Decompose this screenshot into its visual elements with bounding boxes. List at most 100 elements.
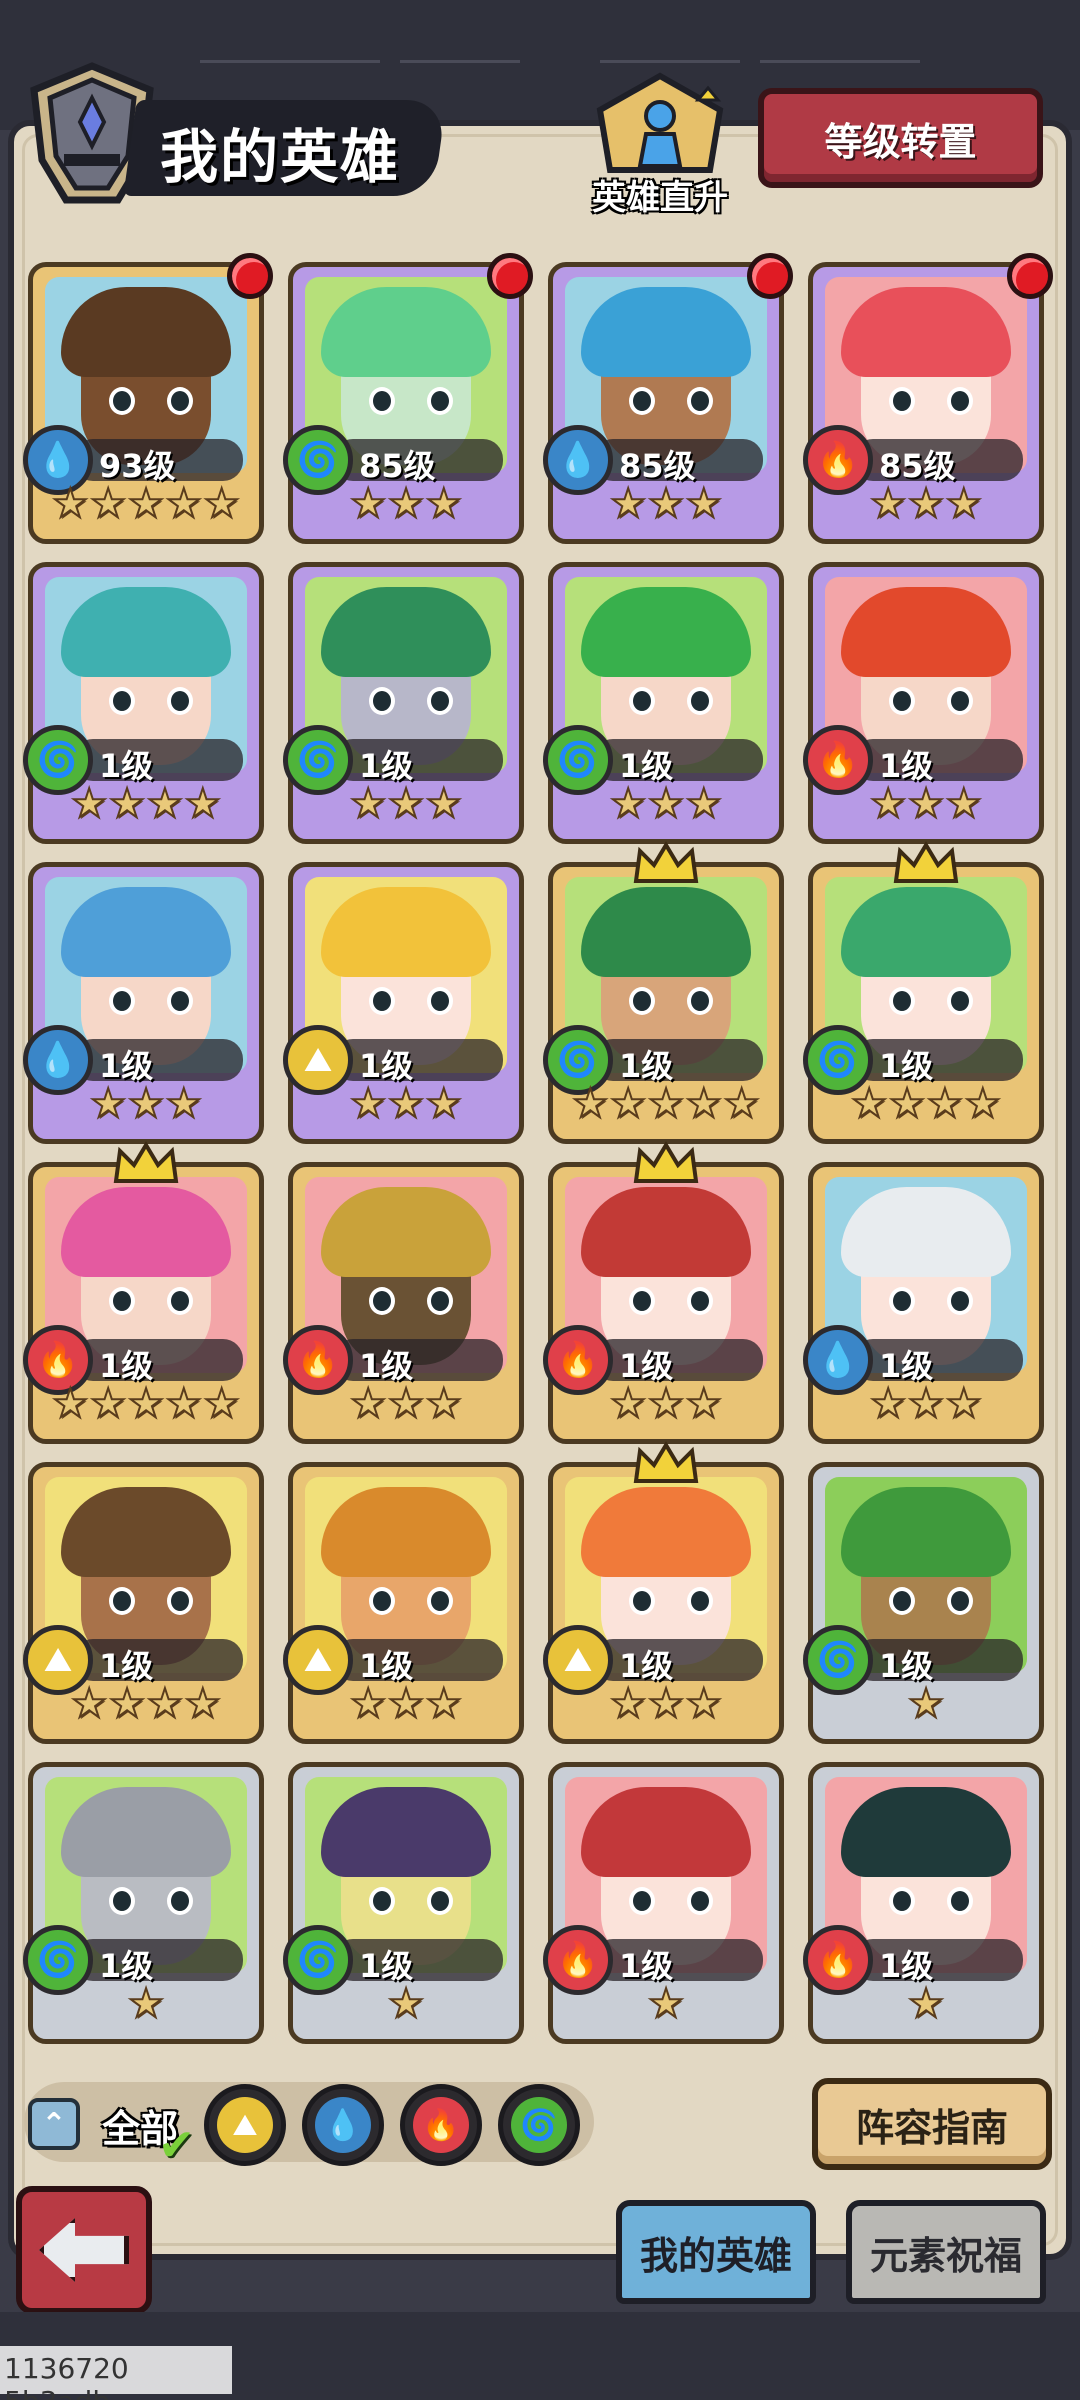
hero-card[interactable]: 1级 🌀 ★ — [803, 1462, 1044, 1744]
star-icon: ★ — [387, 480, 425, 528]
filter-earth[interactable]: ⛰ — [204, 2084, 286, 2166]
star-icon: ★ — [647, 780, 685, 828]
hero-card[interactable]: 85级 🌀 ★ ★ ★ — [283, 253, 533, 544]
star-rating: ★ ★ ★ ★ ★ — [553, 1080, 779, 1128]
tab-my-heroes[interactable]: 我的英雄 — [616, 2200, 816, 2304]
star-icon: ★ — [964, 1080, 1002, 1128]
hero-card[interactable]: 85级 💧 ★ ★ ★ — [543, 253, 793, 544]
star-icon: ★ — [146, 1680, 184, 1728]
star-icon: ★ — [609, 480, 647, 528]
star-icon: ★ — [387, 1080, 425, 1128]
wind-element-icon: 🌀 — [511, 2097, 567, 2153]
hero-card[interactable]: 1级 🌀 ★ ★ ★ ★ ★ — [543, 841, 784, 1144]
hero-card[interactable]: 1级 🌀 ★ ★ ★ — [543, 562, 784, 844]
tab-element-blessing[interactable]: 元素祝福 — [846, 2200, 1046, 2304]
star-icon: ★ — [203, 1380, 241, 1428]
hero-card[interactable]: 1级 ⛰ ★ ★ ★ ★ — [23, 1462, 264, 1744]
filter-water[interactable]: 💧 — [302, 2084, 384, 2166]
hero-card[interactable]: 1级 🔥 ★ ★ ★ — [803, 562, 1044, 844]
star-icon: ★ — [907, 1680, 945, 1728]
hero-card[interactable]: 1级 🔥 ★ — [803, 1762, 1044, 2044]
star-icon: ★ — [70, 780, 108, 828]
star-icon: ★ — [127, 480, 165, 528]
star-icon: ★ — [647, 480, 685, 528]
star-icon: ★ — [647, 1680, 685, 1728]
expand-filter-button[interactable]: ⌃ — [28, 2098, 80, 2150]
star-icon: ★ — [127, 1380, 165, 1428]
star-icon: ★ — [89, 1380, 127, 1428]
star-icon: ★ — [165, 1380, 203, 1428]
hero-card[interactable]: 1级 🔥 ★ ★ ★ ★ ★ — [23, 1141, 264, 1444]
filter-wind[interactable]: 🌀 — [498, 2084, 580, 2166]
watermark-text: 1136720 5b3adb — [0, 2346, 232, 2400]
star-icon: ★ — [387, 1980, 425, 2028]
fire-element-icon: 🔥 — [413, 2097, 469, 2153]
hero-card[interactable]: 1级 🌀 ★ — [283, 1762, 524, 2044]
star-icon: ★ — [869, 480, 907, 528]
hero-promote-button[interactable]: 英雄直升 — [580, 70, 740, 220]
hero-card[interactable]: 93级 💧 ★ ★ ★ ★ ★ — [23, 253, 273, 544]
lineup-guide-button[interactable]: 阵容指南 — [812, 2078, 1052, 2170]
star-icon: ★ — [869, 1380, 907, 1428]
hero-card[interactable]: 1级 ⛰ ★ ★ ★ — [283, 862, 524, 1144]
star-icon: ★ — [907, 1380, 945, 1428]
star-icon: ★ — [425, 1680, 463, 1728]
star-icon: ★ — [425, 480, 463, 528]
hero-card[interactable]: 1级 🌀 ★ ★ ★ ★ — [23, 562, 264, 844]
star-icon: ★ — [89, 480, 127, 528]
hero-card[interactable]: 1级 💧 ★ ★ ★ — [23, 862, 264, 1144]
star-rating: ★ ★ ★ ★ — [33, 780, 259, 828]
star-rating: ★ — [33, 1980, 259, 2028]
hero-card[interactable]: 1级 🌀 ★ — [23, 1762, 264, 2044]
star-rating: ★ ★ ★ — [553, 1380, 779, 1428]
notification-dot — [747, 253, 793, 299]
hero-card[interactable]: 85级 🔥 ★ ★ ★ — [803, 253, 1053, 544]
star-rating: ★ ★ ★ — [813, 480, 1039, 528]
star-icon: ★ — [51, 480, 89, 528]
hero-card[interactable]: 1级 🌀 ★ ★ ★ — [283, 562, 524, 844]
back-button[interactable] — [16, 2186, 152, 2314]
hero-card[interactable]: 1级 💧 ★ ★ ★ — [803, 1162, 1044, 1444]
star-icon: ★ — [647, 1380, 685, 1428]
star-icon: ★ — [850, 1080, 888, 1128]
star-icon: ★ — [425, 1380, 463, 1428]
crown-icon — [893, 841, 959, 883]
crown-icon — [113, 1141, 179, 1183]
star-rating: ★ — [813, 1680, 1039, 1728]
star-icon: ★ — [926, 1080, 964, 1128]
star-icon: ★ — [907, 1980, 945, 2028]
hero-card[interactable]: 1级 ⛰ ★ ★ ★ — [283, 1462, 524, 1744]
star-icon: ★ — [571, 1080, 609, 1128]
star-icon: ★ — [349, 1680, 387, 1728]
star-rating: ★ ★ ★ — [553, 780, 779, 828]
star-rating: ★ ★ ★ — [813, 1380, 1039, 1428]
hero-card[interactable]: 1级 🔥 ★ ★ ★ — [543, 1141, 784, 1444]
hero-card[interactable]: 1级 🔥 ★ — [543, 1762, 784, 2044]
star-rating: ★ ★ ★ ★ — [33, 1680, 259, 1728]
star-icon: ★ — [907, 780, 945, 828]
hero-card[interactable]: 1级 🌀 ★ ★ ★ ★ — [803, 841, 1044, 1144]
level-transfer-button[interactable]: 等级转置 — [758, 88, 1043, 188]
earth-element-icon: ⛰ — [217, 2097, 273, 2153]
star-rating: ★ ★ ★ — [293, 480, 519, 528]
promote-label: 英雄直升 — [592, 178, 728, 218]
star-icon: ★ — [888, 1080, 926, 1128]
star-icon: ★ — [945, 780, 983, 828]
star-icon: ★ — [425, 1080, 463, 1128]
star-icon: ★ — [349, 480, 387, 528]
star-icon: ★ — [945, 480, 983, 528]
star-icon: ★ — [685, 780, 723, 828]
star-icon: ★ — [165, 1080, 203, 1128]
star-rating: ★ ★ ★ — [553, 1680, 779, 1728]
star-rating: ★ ★ ★ — [293, 1080, 519, 1128]
star-icon: ★ — [184, 780, 222, 828]
hero-card[interactable]: 1级 ⛰ ★ ★ ★ — [543, 1441, 784, 1744]
star-rating: ★ ★ ★ ★ ★ — [33, 1380, 259, 1428]
star-rating: ★ — [813, 1980, 1039, 2028]
notification-dot — [1007, 253, 1053, 299]
filter-fire[interactable]: 🔥 — [400, 2084, 482, 2166]
star-icon: ★ — [165, 480, 203, 528]
hero-card[interactable]: 1级 🔥 ★ ★ ★ — [283, 1162, 524, 1444]
star-icon: ★ — [108, 780, 146, 828]
star-icon: ★ — [609, 780, 647, 828]
